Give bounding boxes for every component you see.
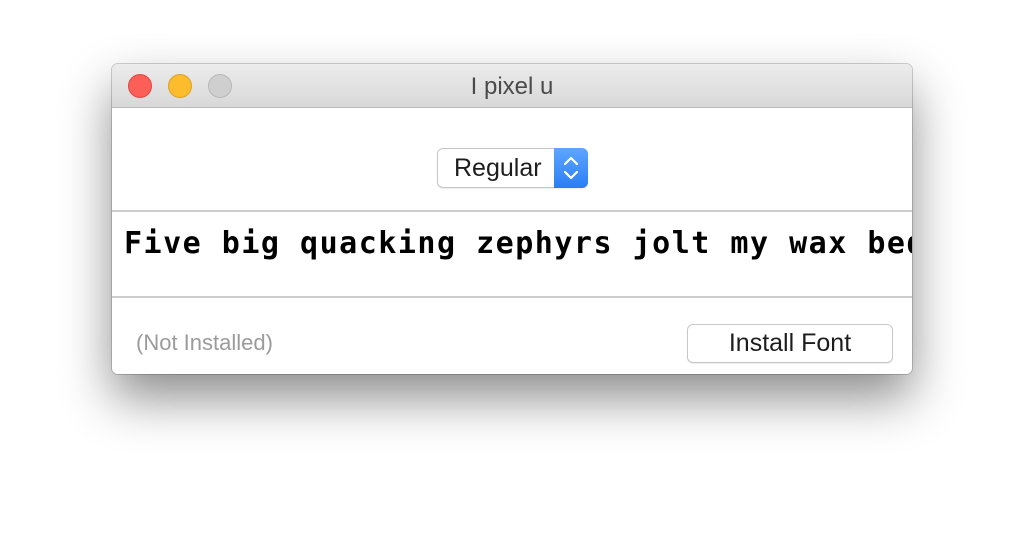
font-preview-text: Five big quacking zephyrs jolt my wax be… xyxy=(124,226,912,261)
title-bar[interactable]: I pixel u xyxy=(112,64,912,108)
chevron-up-down-icon[interactable] xyxy=(554,148,588,188)
window-title: I pixel u xyxy=(470,73,554,100)
font-window: I pixel u Regular Five big quacking zeph… xyxy=(112,64,912,374)
install-font-button[interactable]: Install Font xyxy=(687,324,893,363)
window-content: Regular Five big quacking zephyrs jolt m… xyxy=(112,108,912,374)
style-select[interactable]: Regular xyxy=(437,148,588,188)
preview-bottom-divider xyxy=(112,296,912,298)
style-select-value: Regular xyxy=(454,154,542,182)
install-status: (Not Installed) xyxy=(136,330,273,355)
